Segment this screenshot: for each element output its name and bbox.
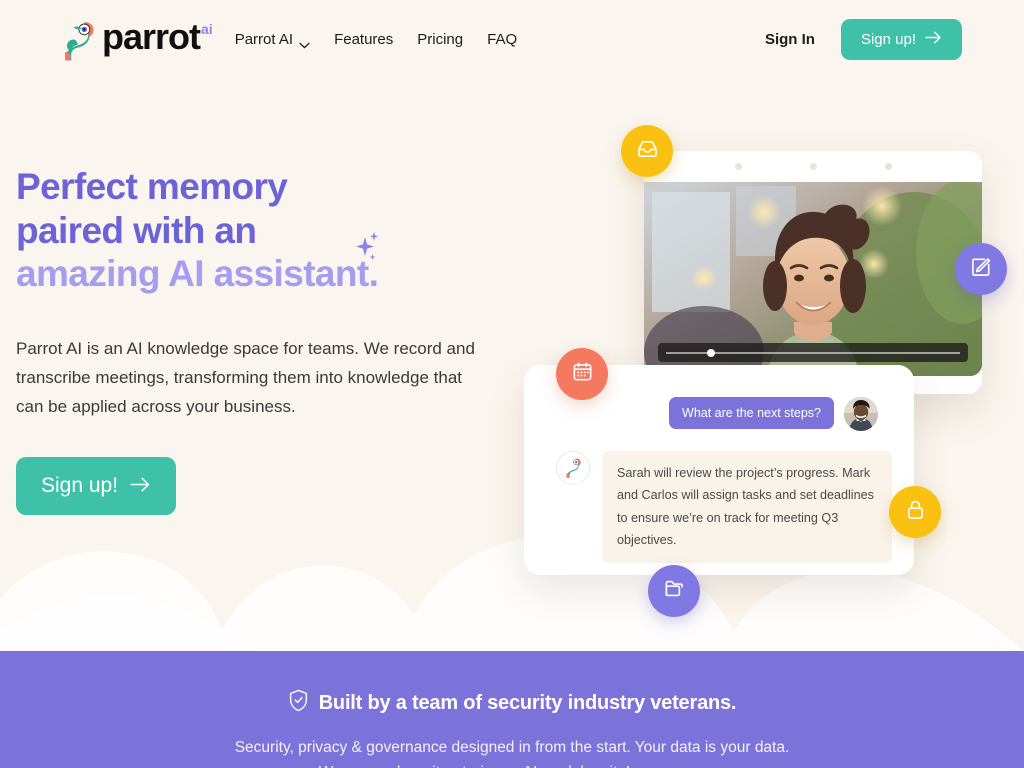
top-navbar: parrot ai Parrot AI Features Pricing FAQ… [0,0,1024,78]
window-dots [644,163,982,170]
scrubber-knob[interactable] [707,348,716,357]
edit-badge[interactable] [955,243,1007,295]
sign-in-link[interactable]: Sign In [765,31,815,48]
hero-subcopy: Parrot AI is an AI knowledge space for t… [16,338,475,417]
hero-cta-wrap: Sign up! [16,456,536,515]
landing-page: parrot ai Parrot AI Features Pricing FAQ… [0,0,1024,768]
nav-item-faq[interactable]: FAQ [487,31,517,48]
nav-item-pricing[interactable]: Pricing [417,31,463,48]
hero-copy: Perfect memory paired with an amazing AI… [16,165,536,515]
lock-icon [904,498,927,526]
security-band: Built by a team of security industry vet… [0,651,1024,768]
edit-pencil-icon [970,255,993,283]
logo-superscript: ai [201,21,213,37]
headline-line-1: Perfect memory [16,166,288,207]
nav-sign-up-button[interactable]: Sign up! [840,18,962,60]
inbox-icon [636,137,659,165]
security-band-body: Security, privacy & governance designed … [232,736,792,768]
chevron-down-icon [299,36,310,48]
window-dot [809,163,817,170]
hero-sign-up-label: Sign up! [41,473,119,497]
sparkle-icon [350,231,380,267]
nav-links: Parrot AI Features Pricing FAQ [235,31,517,48]
chat-message-outgoing: What are the next steps? [524,397,878,431]
user-avatar [844,397,878,431]
security-band-title-row: Built by a team of security industry vet… [0,689,1024,718]
arrow-right-icon [130,474,151,498]
hero-section: parrot ai Parrot AI Features Pricing FAQ… [0,0,1024,651]
video-preview-card[interactable] [644,151,982,394]
parrot-logo-icon [62,19,96,63]
hero-sign-up-button[interactable]: Sign up! [16,456,177,515]
inbox-badge[interactable] [621,125,673,177]
nav-item-parrot-ai[interactable]: Parrot AI [235,31,310,48]
nav-item-features[interactable]: Features [334,31,393,48]
video-scrubber[interactable] [658,343,968,363]
shield-check-icon [288,689,309,718]
calendar-icon [571,360,594,388]
page-title: Perfect memory paired with an amazing AI… [16,165,536,296]
incoming-message-text: Sarah will review the project’s progress… [602,451,892,563]
nav-sign-up-label: Sign up! [860,30,916,48]
learn-more-link[interactable]: Learn more [626,764,705,768]
security-band-title: Built by a team of security industry vet… [318,692,737,714]
lock-badge[interactable] [889,486,941,538]
headline-line-3: amazing AI assistant. [16,253,379,295]
security-band-body-line-1: Security, privacy & governance designed … [234,739,751,756]
hero-illustration: What are the next steps? Sarah will revi… [500,110,1024,630]
window-dot [884,163,892,170]
headline-line-2: paired with an [16,209,257,251]
nav-actions: Sign In Sign up! [765,18,962,60]
chat-message-incoming: Sarah will review the project’s progress… [556,451,892,563]
arrow-right-icon [925,31,942,48]
parrot-avatar-icon [556,451,590,485]
video-frame [644,182,982,377]
folder-badge[interactable] [648,565,700,617]
scrubber-track[interactable] [666,348,960,357]
folder-icon [663,577,686,605]
logo-wordmark: parrot [102,16,201,57]
window-dot [734,163,742,170]
outgoing-message-text: What are the next steps? [669,397,834,430]
calendar-badge[interactable] [556,348,608,400]
logo[interactable]: parrot ai [62,15,213,63]
nav-item-parrot-ai-label: Parrot AI [234,30,294,48]
